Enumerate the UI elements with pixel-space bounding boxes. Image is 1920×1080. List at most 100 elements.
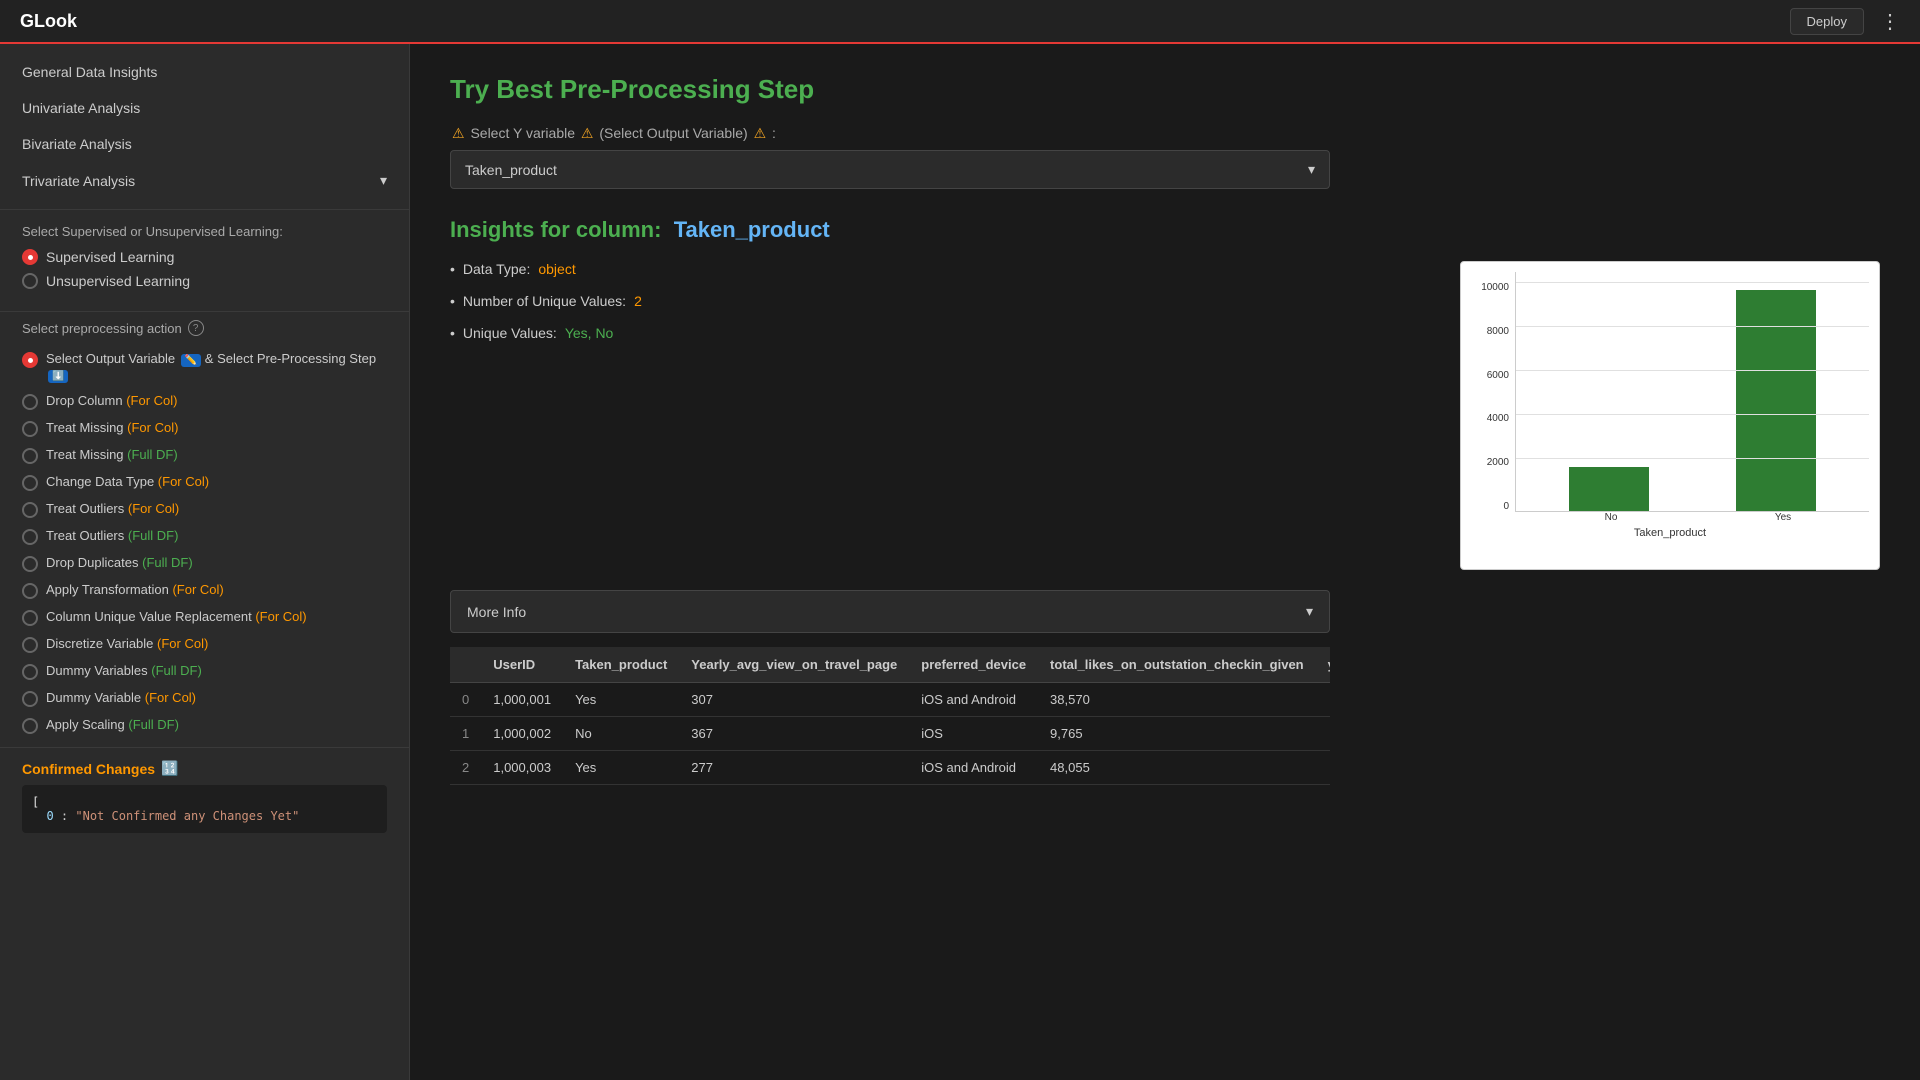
gridline-1 bbox=[1516, 282, 1869, 283]
table-cell-idx-0: 0 bbox=[450, 683, 481, 717]
table-cell-likes-2: 48,055 bbox=[1038, 751, 1316, 785]
preprocess-item-treat-outliers-col[interactable]: Treat Outliers (For Col) bbox=[22, 496, 387, 523]
preprocess-radio-drop-duplicates bbox=[22, 556, 38, 572]
preprocess-radio-dummy-vars-df bbox=[22, 664, 38, 680]
gridline-2 bbox=[1516, 326, 1869, 327]
topbar: GLook Deploy ⋮ bbox=[0, 0, 1920, 44]
sidebar-item-bivariate[interactable]: Bivariate Analysis bbox=[0, 126, 409, 162]
preprocess-item-treat-missing-df[interactable]: Treat Missing (Full DF) bbox=[22, 442, 387, 469]
preprocess-item-dummy-var-col[interactable]: Dummy Variable (For Col) bbox=[22, 685, 387, 712]
menu-dots-icon[interactable]: ⋮ bbox=[1880, 9, 1900, 34]
preprocess-item-drop-col[interactable]: Drop Column (For Col) bbox=[22, 388, 387, 415]
more-info-button[interactable]: More Info ▾ bbox=[450, 590, 1330, 633]
data-type-value: object bbox=[538, 261, 575, 277]
unsupervised-radio-circle bbox=[22, 273, 38, 289]
col-header-yearly-avg: Yearly_avg_view_on_travel_page bbox=[679, 647, 909, 683]
chart-x-label-yes: Yes bbox=[1697, 512, 1869, 523]
col-header-idx bbox=[450, 647, 481, 683]
insights-col-name: Taken_product bbox=[674, 217, 830, 242]
col-header-preferred-device: preferred_device bbox=[909, 647, 1038, 683]
preprocess-radio-change-dtype bbox=[22, 475, 38, 491]
preprocess-item-change-dtype[interactable]: Change Data Type (For Col) bbox=[22, 469, 387, 496]
deploy-button[interactable]: Deploy bbox=[1790, 8, 1864, 35]
preprocess-item-apply-transform[interactable]: Apply Transformation (For Col) bbox=[22, 577, 387, 604]
preprocess-radio-treat-missing-df bbox=[22, 448, 38, 464]
chart-x-ticks: No Yes bbox=[1471, 512, 1869, 523]
chart-bar-yes-group bbox=[1693, 290, 1860, 511]
sidebar-item-general-data-insights[interactable]: General Data Insights bbox=[0, 54, 409, 90]
table-row: 1 1,000,002 No 367 iOS 9,765 bbox=[450, 717, 1330, 751]
gridline-5 bbox=[1516, 458, 1869, 459]
gridline-3 bbox=[1516, 370, 1869, 371]
table-cell-yearly-0 bbox=[1316, 683, 1330, 717]
preprocess-item-treat-missing-col[interactable]: Treat Missing (For Col) bbox=[22, 415, 387, 442]
bar-chart: 10000 8000 6000 4000 2000 0 bbox=[1460, 261, 1880, 570]
sidebar-item-trivariate[interactable]: Trivariate Analysis ▾ bbox=[0, 162, 409, 199]
chart-x-label-no: No bbox=[1525, 512, 1697, 523]
unique-values-insight: Unique Values: Yes, No bbox=[450, 325, 1430, 341]
topbar-right: Deploy ⋮ bbox=[1790, 8, 1900, 35]
chevron-down-icon: ▾ bbox=[380, 172, 387, 189]
confirmed-changes-section: Confirmed Changes 🔢 [ 0 : "Not Confirmed… bbox=[0, 747, 409, 845]
confirmed-changes-content: [ 0 : "Not Confirmed any Changes Yet" bbox=[22, 785, 387, 833]
selected-variable-label: Taken_product bbox=[465, 162, 557, 178]
data-table-wrapper: UserID Taken_product Yearly_avg_view_on_… bbox=[450, 647, 1330, 785]
y-variable-label: ⚠ Select Y variable ⚠ (Select Output Var… bbox=[450, 125, 1880, 142]
col-header-taken-product: Taken_product bbox=[563, 647, 679, 683]
sidebar-item-univariate[interactable]: Univariate Analysis bbox=[0, 90, 409, 126]
y-variable-dropdown[interactable]: Taken_product ▾ bbox=[450, 150, 1330, 189]
warning-icon-3: ⚠ bbox=[754, 125, 767, 141]
gridline-4 bbox=[1516, 414, 1869, 415]
preprocess-item-treat-outliers-df[interactable]: Treat Outliers (Full DF) bbox=[22, 523, 387, 550]
info-icon[interactable]: ? bbox=[188, 320, 204, 336]
table-cell-device-2: iOS and Android bbox=[909, 751, 1038, 785]
table-cell-idx-2: 2 bbox=[450, 751, 481, 785]
insights-title: Insights for column: Taken_product bbox=[450, 217, 1880, 243]
learning-radio-group: Supervised Learning Unsupervised Learnin… bbox=[22, 249, 387, 289]
preprocess-radio-col-unique-replace bbox=[22, 610, 38, 626]
learning-section-title: Select Supervised or Unsupervised Learni… bbox=[22, 224, 387, 239]
table-row: 2 1,000,003 Yes 277 iOS and Android 48,0… bbox=[450, 751, 1330, 785]
preprocess-item-drop-duplicates[interactable]: Drop Duplicates (Full DF) bbox=[22, 550, 387, 577]
table-cell-yearly-avg-0: 307 bbox=[679, 683, 909, 717]
preprocess-item-select-output[interactable]: Select Output Variable ✏️ & Select Pre-P… bbox=[22, 346, 387, 388]
table-cell-likes-0: 38,570 bbox=[1038, 683, 1316, 717]
chart-inner: 10000 8000 6000 4000 2000 0 bbox=[1471, 272, 1869, 512]
warning-icon-1: ⚠ bbox=[452, 125, 465, 141]
table-cell-yearly-avg-1: 367 bbox=[679, 717, 909, 751]
table-header-row: UserID Taken_product Yearly_avg_view_on_… bbox=[450, 647, 1330, 683]
preprocess-radio-discretize bbox=[22, 637, 38, 653]
preprocess-radio-drop-col bbox=[22, 394, 38, 410]
preprocess-radio-dummy-var-col bbox=[22, 691, 38, 707]
confirmed-changes-title: Confirmed Changes 🔢 bbox=[22, 760, 387, 777]
preprocess-item-col-unique-replace[interactable]: Column Unique Value Replacement (For Col… bbox=[22, 604, 387, 631]
unsupervised-learning-option[interactable]: Unsupervised Learning bbox=[22, 273, 387, 289]
chart-bar-yes bbox=[1736, 290, 1816, 511]
preprocess-item-apply-scaling[interactable]: Apply Scaling (Full DF) bbox=[22, 712, 387, 739]
chart-wrapper: 10000 8000 6000 4000 2000 0 bbox=[1471, 272, 1869, 539]
chart-bar-no bbox=[1569, 467, 1649, 511]
preprocess-radio-select-output bbox=[22, 352, 38, 368]
preprocess-section: Select preprocessing action ? Select Out… bbox=[0, 311, 409, 747]
chart-bar-no-group bbox=[1526, 467, 1693, 511]
data-table: UserID Taken_product Yearly_avg_view_on_… bbox=[450, 647, 1330, 785]
table-cell-userid-1: 1,000,002 bbox=[481, 717, 563, 751]
table-cell-taken-0: Yes bbox=[563, 683, 679, 717]
preprocess-item-discretize[interactable]: Discretize Variable (For Col) bbox=[22, 631, 387, 658]
preprocess-radio-apply-transform bbox=[22, 583, 38, 599]
preprocess-item-dummy-vars-df[interactable]: Dummy Variables (Full DF) bbox=[22, 658, 387, 685]
table-cell-userid-0: 1,000,001 bbox=[481, 683, 563, 717]
chart-bars-area bbox=[1515, 272, 1869, 512]
table-cell-idx-1: 1 bbox=[450, 717, 481, 751]
insights-list: Data Type: object Number of Unique Value… bbox=[450, 261, 1430, 570]
supervised-learning-option[interactable]: Supervised Learning bbox=[22, 249, 387, 265]
unique-values-value: Yes, No bbox=[565, 325, 614, 341]
page-title: Try Best Pre-Processing Step bbox=[450, 74, 1880, 105]
preprocess-radio-treat-outliers-col bbox=[22, 502, 38, 518]
warning-icon-2: ⚠ bbox=[581, 125, 594, 141]
chart-y-axis: 10000 8000 6000 4000 2000 0 bbox=[1471, 272, 1515, 512]
col-header-total-likes: total_likes_on_outstation_checkin_given bbox=[1038, 647, 1316, 683]
more-info-label: More Info bbox=[467, 604, 526, 620]
unique-count-insight: Number of Unique Values: 2 bbox=[450, 293, 1430, 309]
table-cell-yearly-1 bbox=[1316, 717, 1330, 751]
